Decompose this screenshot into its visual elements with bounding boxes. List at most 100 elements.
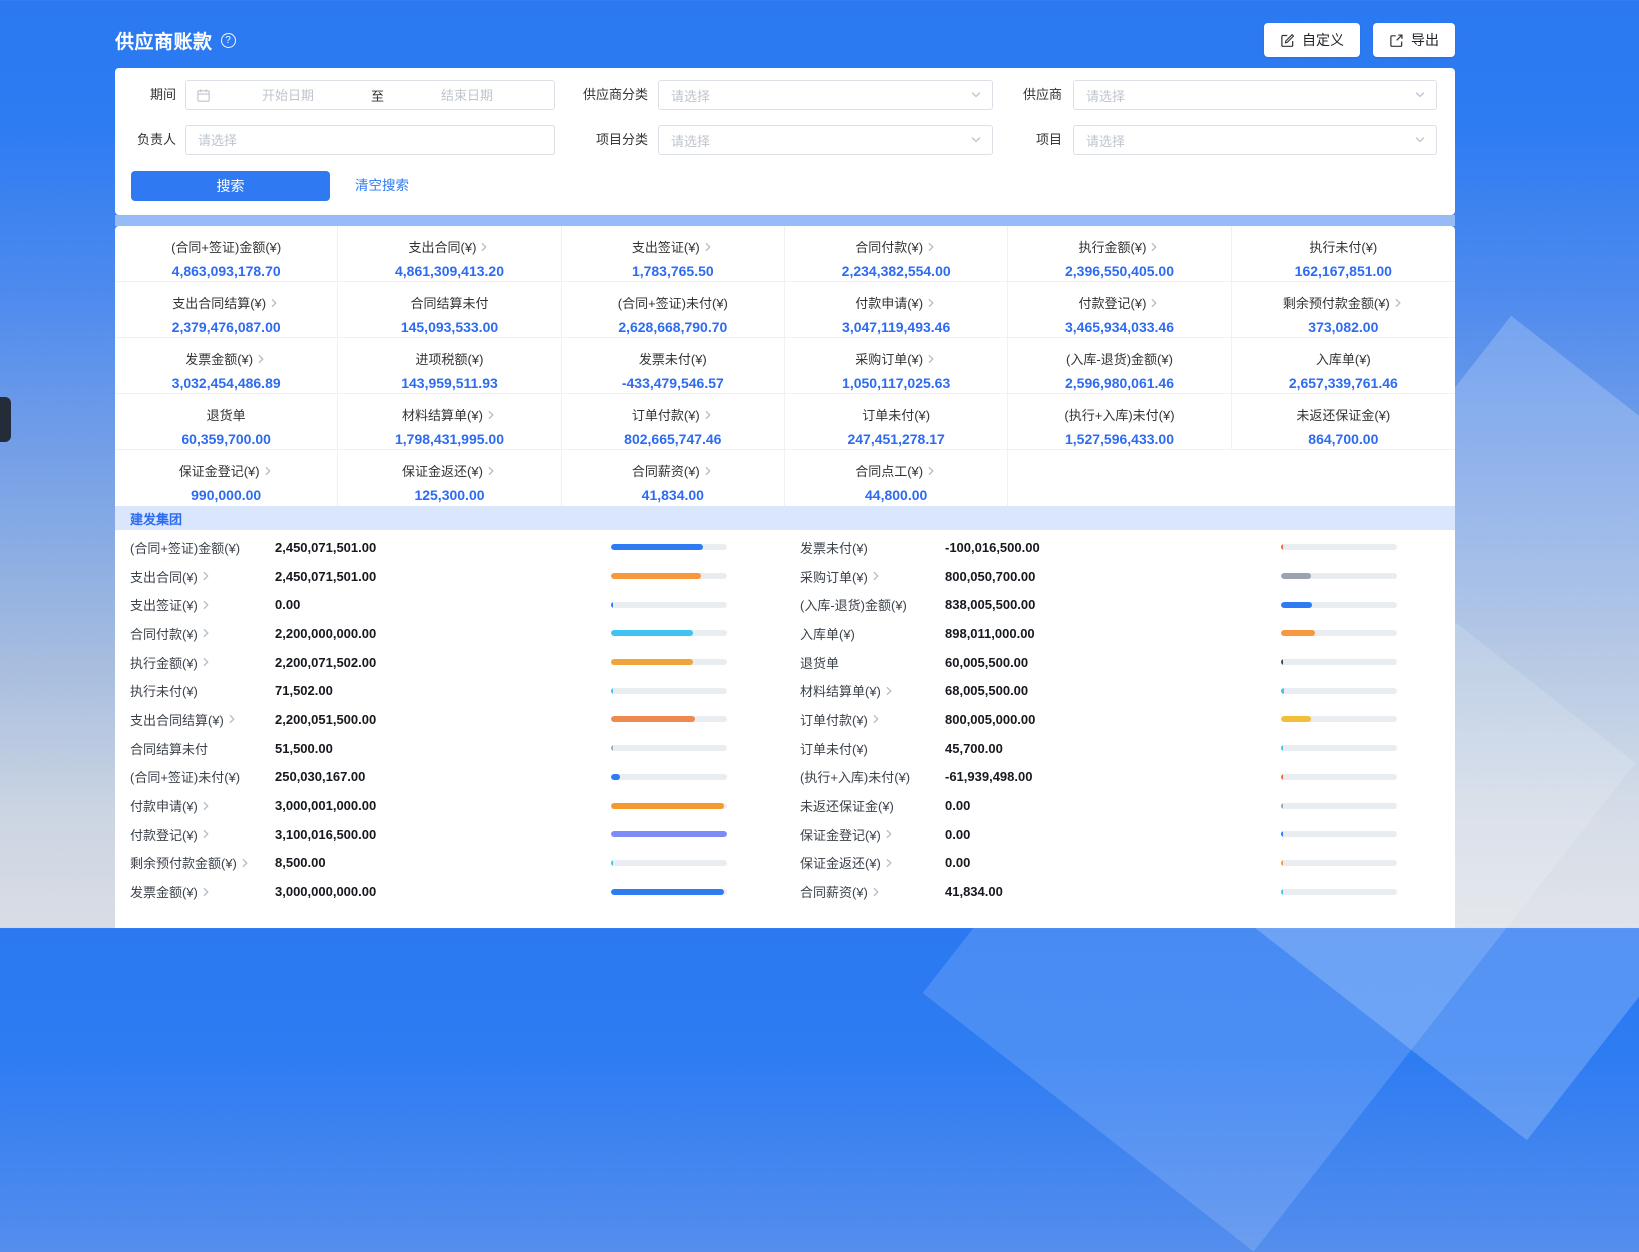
summary-cell-value: 2,596,980,061.46 <box>1008 375 1230 391</box>
detail-label[interactable]: 付款申请(¥) <box>115 796 212 815</box>
summary-cell-value: 2,628,668,790.70 <box>562 319 784 335</box>
chevron-right-icon <box>200 886 212 898</box>
summary-cell[interactable]: 支出签证(¥)1,783,765.50 <box>562 226 785 282</box>
progress-bar <box>1281 774 1397 780</box>
detail-label[interactable]: 订单付款(¥) <box>785 710 882 729</box>
clear-search-link[interactable]: 清空搜索 <box>355 171 409 201</box>
summary-cell: 发票未付(¥)-433,479,546.57 <box>562 338 785 394</box>
start-date-input[interactable] <box>211 88 365 103</box>
summary-cell[interactable]: 保证金登记(¥)990,000.00 <box>115 450 338 506</box>
summary-cell-value[interactable]: 3,465,934,033.46 <box>1008 319 1230 335</box>
detail-row: 支出合同(¥) 2,450,071,501.00 <box>115 562 785 591</box>
detail-label[interactable]: 合同薪资(¥) <box>785 882 882 901</box>
summary-cell-value[interactable]: 2,379,476,087.00 <box>115 319 337 335</box>
summary-cell-value[interactable]: 44,800.00 <box>785 487 1007 503</box>
summary-cell-value[interactable]: 3,047,119,493.46 <box>785 319 1007 335</box>
summary-cell[interactable]: 合同薪资(¥)41,834.00 <box>562 450 785 506</box>
summary-cell-value[interactable]: 125,300.00 <box>338 487 560 503</box>
detail-label[interactable]: 保证金返还(¥) <box>785 853 895 872</box>
summary-cell-value[interactable]: 1,783,765.50 <box>562 263 784 279</box>
summary-cell-value[interactable]: 2,234,382,554.00 <box>785 263 1007 279</box>
summary-cell[interactable]: 保证金返还(¥)125,300.00 <box>338 450 561 506</box>
detail-label[interactable]: 材料结算单(¥) <box>785 681 895 700</box>
detail-value: 2,200,051,500.00 <box>275 712 376 727</box>
project-label: 项目 <box>983 125 1062 155</box>
summary-cell: 进项税额(¥)143,959,511.93 <box>338 338 561 394</box>
summary-cell-value[interactable]: 3,032,454,486.89 <box>115 375 337 391</box>
detail-label: 发票未付(¥) <box>785 538 868 557</box>
supplier-category-select[interactable]: 请选择 <box>658 80 993 110</box>
supplier-label: 供应商 <box>983 80 1062 110</box>
chevron-right-icon <box>870 713 882 725</box>
summary-cell[interactable]: 发票金额(¥)3,032,454,486.89 <box>115 338 338 394</box>
chevron-down-icon <box>1414 134 1426 146</box>
customize-button[interactable]: 自定义 <box>1264 23 1360 57</box>
summary-cell-label: 合同付款(¥) <box>785 237 1007 256</box>
summary-cell[interactable]: 执行金额(¥)2,396,550,405.00 <box>1008 226 1231 282</box>
detail-label[interactable]: 合同付款(¥) <box>115 624 212 643</box>
detail-label[interactable]: 支出签证(¥) <box>115 595 212 614</box>
progress-bar <box>1281 860 1397 866</box>
summary-cell[interactable]: 支出合同结算(¥)2,379,476,087.00 <box>115 282 338 338</box>
summary-cell[interactable]: 支出合同(¥) 4,861,309,413.20 <box>338 226 561 282</box>
summary-cell-value[interactable]: 1,798,431,995.00 <box>338 431 560 447</box>
detail-row: 保证金登记(¥) 0.00 <box>785 820 1455 849</box>
group-name[interactable]: 建发集团 <box>130 509 182 528</box>
summary-cell[interactable]: 材料结算单(¥)1,798,431,995.00 <box>338 394 561 450</box>
supplier-select[interactable]: 请选择 <box>1073 80 1437 110</box>
detail-value: 0.00 <box>945 827 970 842</box>
help-icon[interactable]: ? <box>221 33 236 48</box>
owner-select[interactable] <box>185 125 555 155</box>
detail-section: (合同+签证)金额(¥)2,450,071,501.00 支出合同(¥) 2,450… <box>115 530 1455 906</box>
export-button[interactable]: 导出 <box>1373 23 1455 57</box>
detail-label[interactable]: 剩余预付款金额(¥) <box>115 853 251 872</box>
project-select[interactable]: 请选择 <box>1073 125 1437 155</box>
summary-cell[interactable]: 采购订单(¥)1,050,117,025.63 <box>785 338 1008 394</box>
summary-cell-value[interactable]: 373,082.00 <box>1232 319 1455 335</box>
chevron-right-icon <box>925 465 937 477</box>
detail-label[interactable]: 执行金额(¥) <box>115 653 212 672</box>
summary-cell-label: (入库-退货)金额(¥) <box>1008 349 1230 368</box>
summary-cell[interactable]: 合同点工(¥)44,800.00 <box>785 450 1008 506</box>
summary-cell[interactable]: 付款登记(¥)3,465,934,033.46 <box>1008 282 1231 338</box>
summary-cell[interactable]: 合同付款(¥) 2,234,382,554.00 <box>785 226 1008 282</box>
detail-row: 材料结算单(¥)68,005,500.00 <box>785 676 1455 705</box>
detail-value: 838,005,500.00 <box>945 597 1035 612</box>
summary-cell-value[interactable]: 1,050,117,025.63 <box>785 375 1007 391</box>
summary-cell-value[interactable]: 2,396,550,405.00 <box>1008 263 1230 279</box>
summary-cell-value[interactable]: 41,834.00 <box>562 487 784 503</box>
project-category-select[interactable]: 请选择 <box>658 125 993 155</box>
summary-cell-label: (合同+签证)金额(¥) <box>115 237 337 256</box>
summary-cell[interactable]: 付款申请(¥)3,047,119,493.46 <box>785 282 1008 338</box>
progress-bar <box>611 659 727 665</box>
chevron-right-icon <box>870 886 882 898</box>
detail-label[interactable]: 付款登记(¥) <box>115 825 212 844</box>
detail-value: 2,450,071,501.00 <box>275 569 376 584</box>
summary-cell-empty <box>1232 450 1455 506</box>
summary-cell[interactable]: 订单付款(¥)802,665,747.46 <box>562 394 785 450</box>
summary-cell: 未返还保证金(¥)864,700.00 <box>1232 394 1455 450</box>
chevron-right-icon <box>925 241 937 253</box>
detail-label[interactable]: 支出合同(¥) <box>115 567 212 586</box>
detail-label[interactable]: 支出合同结算(¥) <box>115 710 238 729</box>
summary-cell-value[interactable]: 4,861,309,413.20 <box>338 263 560 279</box>
detail-label[interactable]: 保证金登记(¥) <box>785 825 895 844</box>
date-range-picker[interactable]: 至 <box>185 80 555 110</box>
summary-cell-label: 合同结算未付 <box>338 293 560 312</box>
summary-cell-value[interactable]: 990,000.00 <box>115 487 337 503</box>
detail-value: 800,005,000.00 <box>945 712 1035 727</box>
search-button[interactable]: 搜索 <box>131 171 330 201</box>
detail-label[interactable]: 发票金额(¥) <box>115 882 212 901</box>
detail-row: 执行金额(¥)2,200,071,502.00 <box>115 648 785 677</box>
chevron-right-icon <box>200 800 212 812</box>
chevron-down-icon <box>970 134 982 146</box>
end-date-input[interactable] <box>390 88 544 103</box>
detail-row: 合同薪资(¥)41,834.00 <box>785 877 1455 906</box>
detail-row: (合同+签证)金额(¥)2,450,071,501.00 <box>115 533 785 562</box>
summary-cell-value[interactable]: 802,665,747.46 <box>562 431 784 447</box>
chevron-right-icon <box>255 353 267 365</box>
summary-cell-label: 支出合同(¥) <box>338 237 560 256</box>
summary-cell[interactable]: 剩余预付款金额(¥)373,082.00 <box>1232 282 1455 338</box>
detail-label[interactable]: 采购订单(¥) <box>785 567 882 586</box>
side-drawer-handle[interactable] <box>0 397 11 442</box>
